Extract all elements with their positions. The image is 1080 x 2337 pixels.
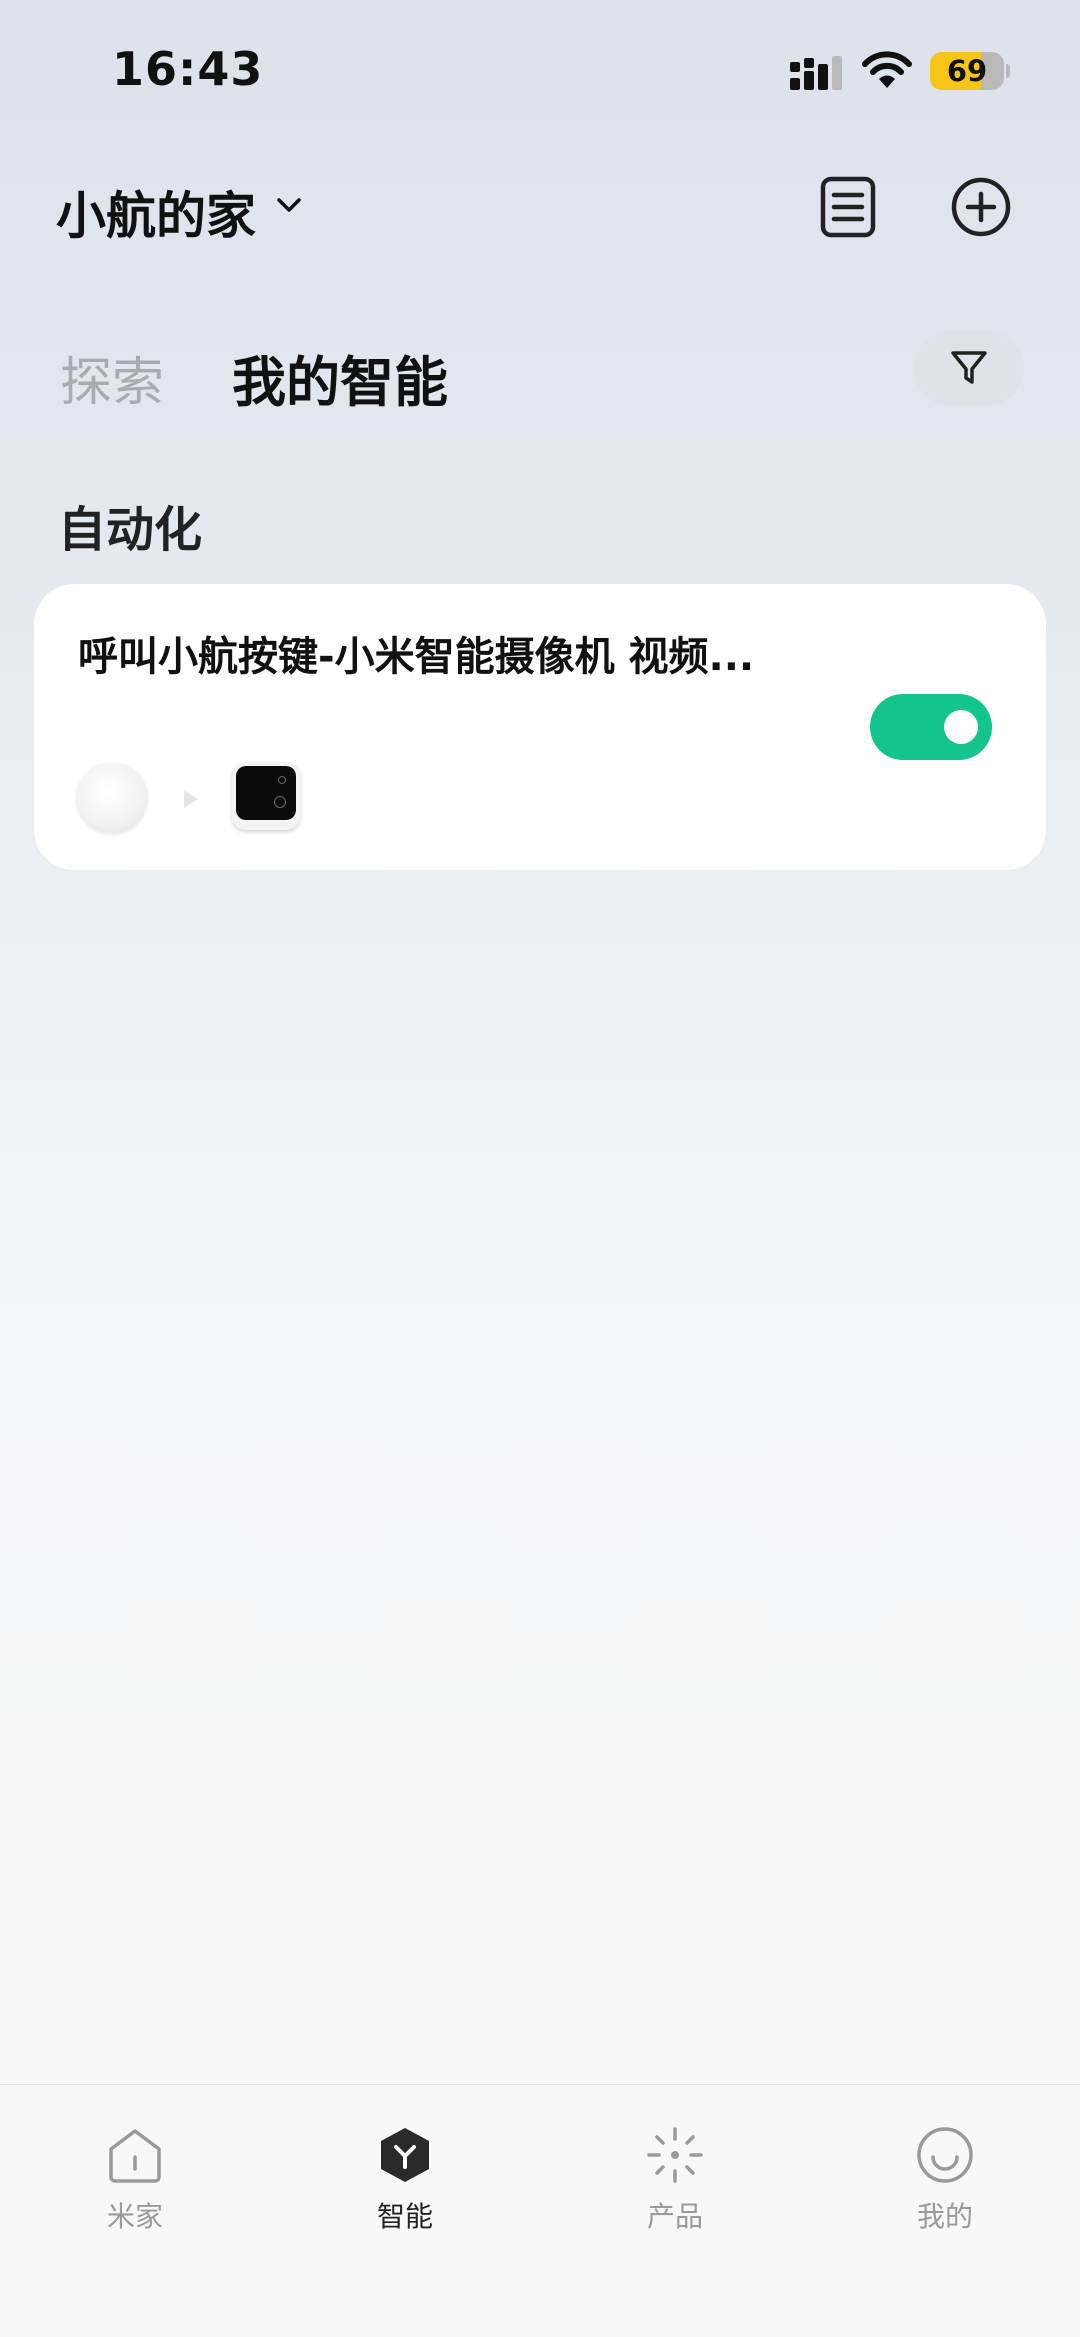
- automation-title: 呼叫小航按键-小米智能摄像机 视频...: [78, 634, 755, 680]
- bottom-nav: 米家 智能 产品 我的: [0, 2084, 1080, 2337]
- nav-label-smart: 智能: [376, 2200, 433, 2233]
- chevron-down-icon[interactable]: [272, 190, 306, 220]
- tab-my-smart[interactable]: 我的智能: [232, 338, 448, 417]
- tab-explore[interactable]: 探索: [60, 340, 164, 415]
- cellular-signal-icon: [790, 56, 842, 90]
- nav-label-product: 产品: [646, 2200, 703, 2233]
- automation-toggle[interactable]: [870, 694, 992, 760]
- nav-item-product[interactable]: 产品: [605, 2125, 745, 2245]
- section-title-automation: 自动化: [58, 502, 203, 558]
- filter-button[interactable]: [914, 330, 1024, 406]
- add-circle-icon[interactable]: [950, 176, 1012, 238]
- action-device-camera-image: [232, 762, 300, 830]
- automation-card[interactable]: 呼叫小航按键-小米智能摄像机 视频...: [34, 584, 1046, 870]
- battery-level: 69: [946, 54, 988, 88]
- home-icon: [109, 2129, 161, 2183]
- toggle-knob: [944, 710, 978, 744]
- nav-item-mine[interactable]: 我的: [875, 2125, 1015, 2245]
- filter-icon: [951, 351, 987, 384]
- arrow-right-icon: [184, 790, 198, 808]
- nav-item-home[interactable]: 米家: [65, 2125, 205, 2245]
- scene-log-icon[interactable]: [818, 176, 878, 238]
- battery-icon: 69: [930, 52, 1010, 90]
- product-sparkle-icon: [647, 2127, 703, 2183]
- nav-label-home: 米家: [106, 2200, 163, 2233]
- trigger-device-button-image: [76, 762, 148, 834]
- smiley-icon: [917, 2127, 973, 2183]
- nav-item-smart[interactable]: 智能: [335, 2125, 475, 2245]
- wifi-icon: [862, 51, 912, 88]
- status-time: 16:43: [112, 42, 264, 96]
- smart-hexagon-icon: [381, 2128, 429, 2182]
- nav-label-mine: 我的: [916, 2200, 973, 2233]
- home-selector-title[interactable]: 小航的家: [56, 176, 256, 248]
